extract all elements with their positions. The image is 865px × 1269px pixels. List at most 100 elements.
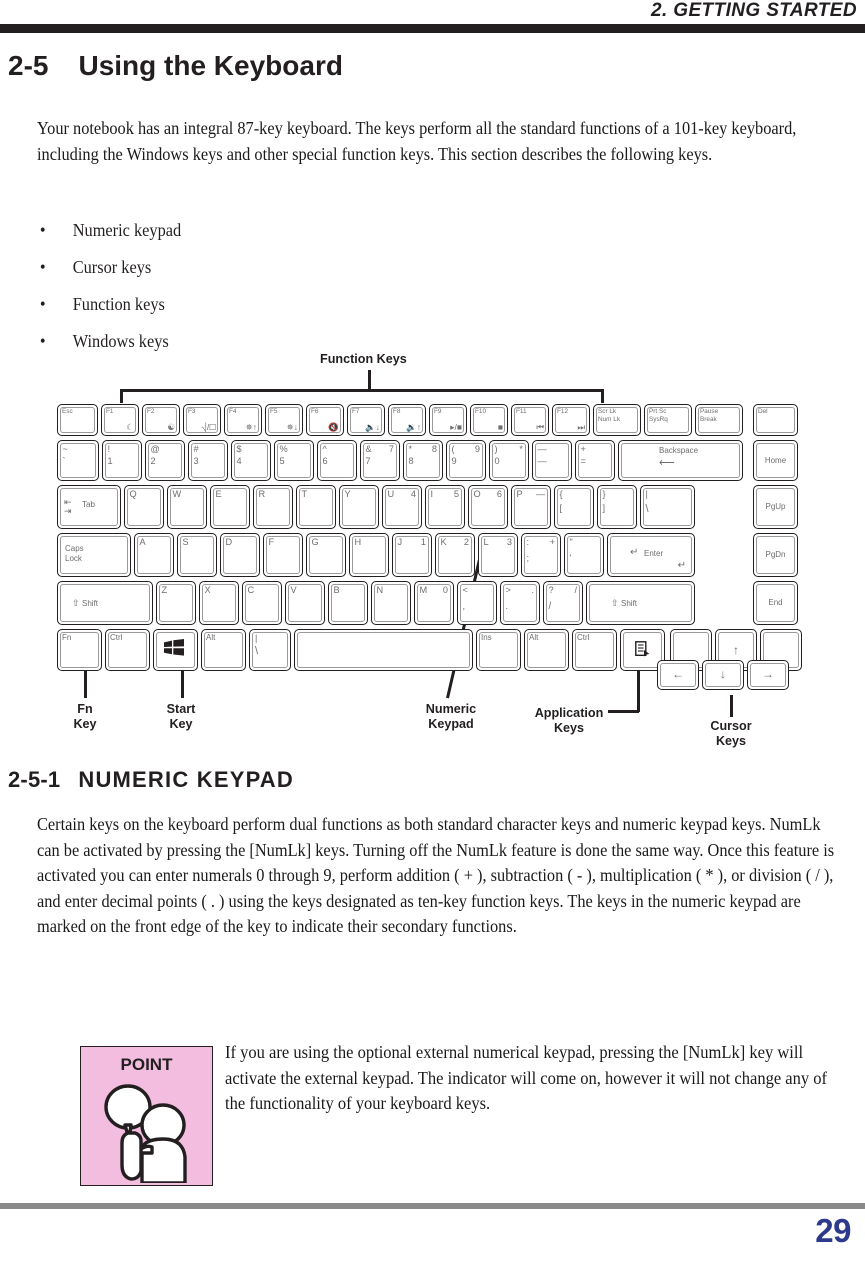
key-bracket-left[interactable]: {[ — [554, 485, 594, 529]
subsection-number: 2-5-1 — [8, 767, 61, 792]
key-end[interactable]: End — [753, 581, 798, 625]
key-l[interactable]: L3 — [478, 533, 518, 577]
key-3[interactable]: #3 — [188, 440, 228, 481]
key-shift-right[interactable]: ⇧ Shift — [586, 581, 695, 625]
key-o[interactable]: O6 — [468, 485, 508, 529]
key-f5[interactable]: F5 ✵↓ — [265, 404, 303, 436]
key-alt-right[interactable]: Alt — [524, 629, 569, 671]
key-0[interactable]: ) * 0 — [489, 440, 529, 481]
key-del[interactable]: Del — [753, 404, 798, 436]
key-pgup[interactable]: PgUp — [753, 485, 798, 529]
key-u[interactable]: U4 — [382, 485, 422, 529]
key-k[interactable]: K2 — [435, 533, 475, 577]
subsection-title-text: NUMERIC KEYPAD — [78, 767, 294, 792]
key-r[interactable]: R — [253, 485, 293, 529]
key-f7[interactable]: F7 🔈↓ — [347, 404, 385, 436]
key-bracket-right[interactable]: }] — [597, 485, 637, 529]
key-esc[interactable]: Esc — [57, 404, 98, 436]
key-v[interactable]: V — [285, 581, 325, 625]
key-a[interactable]: A — [134, 533, 174, 577]
key-backslash-bottom[interactable]: | \ — [249, 629, 291, 671]
key-f6[interactable]: F6 🔇 — [306, 404, 344, 436]
key-f10[interactable]: F10 ■ — [470, 404, 508, 436]
key-f11[interactable]: F11 ⏮ — [511, 404, 549, 436]
key-label: H — [354, 537, 362, 547]
key-start[interactable] — [153, 629, 198, 671]
key-q[interactable]: Q — [124, 485, 164, 529]
key-f1[interactable]: F1 ☾ — [101, 404, 139, 436]
key-caps-lock[interactable]: Caps Lock — [57, 533, 131, 577]
key-p[interactable]: P — — [511, 485, 551, 529]
key-8[interactable]: * 8 8 — [403, 440, 443, 481]
key-label: D — [225, 537, 233, 547]
key-s[interactable]: S — [177, 533, 217, 577]
key-arrow-right[interactable]: → — [747, 660, 789, 690]
key-prtsc-sysrq[interactable]: Prt Sc SysRq — [644, 404, 692, 436]
key-space[interactable] — [294, 629, 473, 671]
key-label: Caps — [65, 544, 84, 553]
bullet-marker: • — [39, 220, 46, 240]
key-f2[interactable]: F2 ☯ — [142, 404, 180, 436]
key-quote[interactable]: " ' — [564, 533, 604, 577]
key-f4[interactable]: F4 ✵↑ — [224, 404, 262, 436]
key-semicolon[interactable]: : +; — [521, 533, 561, 577]
key-7[interactable]: & 7 7 — [360, 440, 400, 481]
key-backslash[interactable]: | \ — [640, 485, 695, 529]
bullet-marker: • — [39, 294, 46, 314]
key-f8[interactable]: F8 🔉↑ — [388, 404, 426, 436]
key-z[interactable]: Z — [156, 581, 196, 625]
key-9[interactable]: (9 9 — [446, 440, 486, 481]
key-label-secondary: \ — [255, 645, 259, 657]
key-backspace[interactable]: Backspace ⟵ — [618, 440, 743, 481]
key-equals[interactable]: + = — [575, 440, 615, 481]
key-j[interactable]: J1 — [392, 533, 432, 577]
key-w[interactable]: W — [167, 485, 207, 529]
key-h[interactable]: H — [349, 533, 389, 577]
key-ctrl-right[interactable]: Ctrl — [572, 629, 617, 671]
key-f9[interactable]: F9 ▸/■ — [429, 404, 467, 436]
key-g[interactable]: G — [306, 533, 346, 577]
key-t[interactable]: T — [296, 485, 336, 529]
key-1[interactable]: ! 1 — [102, 440, 142, 481]
header-rule — [0, 24, 865, 33]
key-home[interactable]: Home — [753, 440, 798, 481]
key-b[interactable]: B — [328, 581, 368, 625]
key-fn[interactable]: Fn — [57, 629, 102, 671]
key-slash[interactable]: ? / / — [543, 581, 583, 625]
key-label: ? — [548, 584, 554, 595]
key-tilde[interactable]: ~ ` — [57, 440, 99, 481]
key-pause-break[interactable]: Pause Break — [695, 404, 743, 436]
key-f3[interactable]: F3 ⎷/☐ — [183, 404, 221, 436]
key-ins[interactable]: Ins — [476, 629, 521, 671]
key-enter[interactable]: ↵ Enter ↵ — [607, 533, 695, 577]
key-2[interactable]: @2 — [145, 440, 185, 481]
key-y[interactable]: Y — [339, 485, 379, 529]
key-arrow-left[interactable]: ← — [657, 660, 699, 690]
point-label: POINT — [120, 1055, 173, 1074]
key-shift-left[interactable]: ⇧ Shift — [57, 581, 153, 625]
key-i[interactable]: I5 — [425, 485, 465, 529]
key-pgdn[interactable]: PgDn — [753, 533, 798, 577]
key-arrow-down[interactable]: ↓ — [702, 660, 744, 690]
key-alt-left[interactable]: Alt — [201, 629, 246, 671]
key-period[interactable]: >.. — [500, 581, 540, 625]
key-c[interactable]: C — [242, 581, 282, 625]
callout-start-key: Start Key — [166, 702, 196, 731]
key-f12[interactable]: F12 ⏭ — [552, 404, 590, 436]
key-n[interactable]: N — [371, 581, 411, 625]
key-d[interactable]: D — [220, 533, 260, 577]
key-scrlk-numlk[interactable]: Scr Lk Num Lk — [593, 404, 641, 436]
key-ctrl-left[interactable]: Ctrl — [105, 629, 150, 671]
key-label-secondary: 8 — [408, 456, 414, 466]
key-6[interactable]: ^ 6 — [317, 440, 357, 481]
key-m[interactable]: M0 — [414, 581, 454, 625]
key-tab[interactable]: ⇤ ⇥ Tab — [57, 485, 121, 529]
key-4[interactable]: $4 — [231, 440, 271, 481]
key-minus[interactable]: — — — [532, 440, 572, 481]
key-e[interactable]: E — [210, 485, 250, 529]
leader-function-keys-stem — [368, 370, 371, 390]
key-f[interactable]: F — [263, 533, 303, 577]
key-comma[interactable]: <, — [457, 581, 497, 625]
key-5[interactable]: % 5 — [274, 440, 314, 481]
key-x[interactable]: X — [199, 581, 239, 625]
